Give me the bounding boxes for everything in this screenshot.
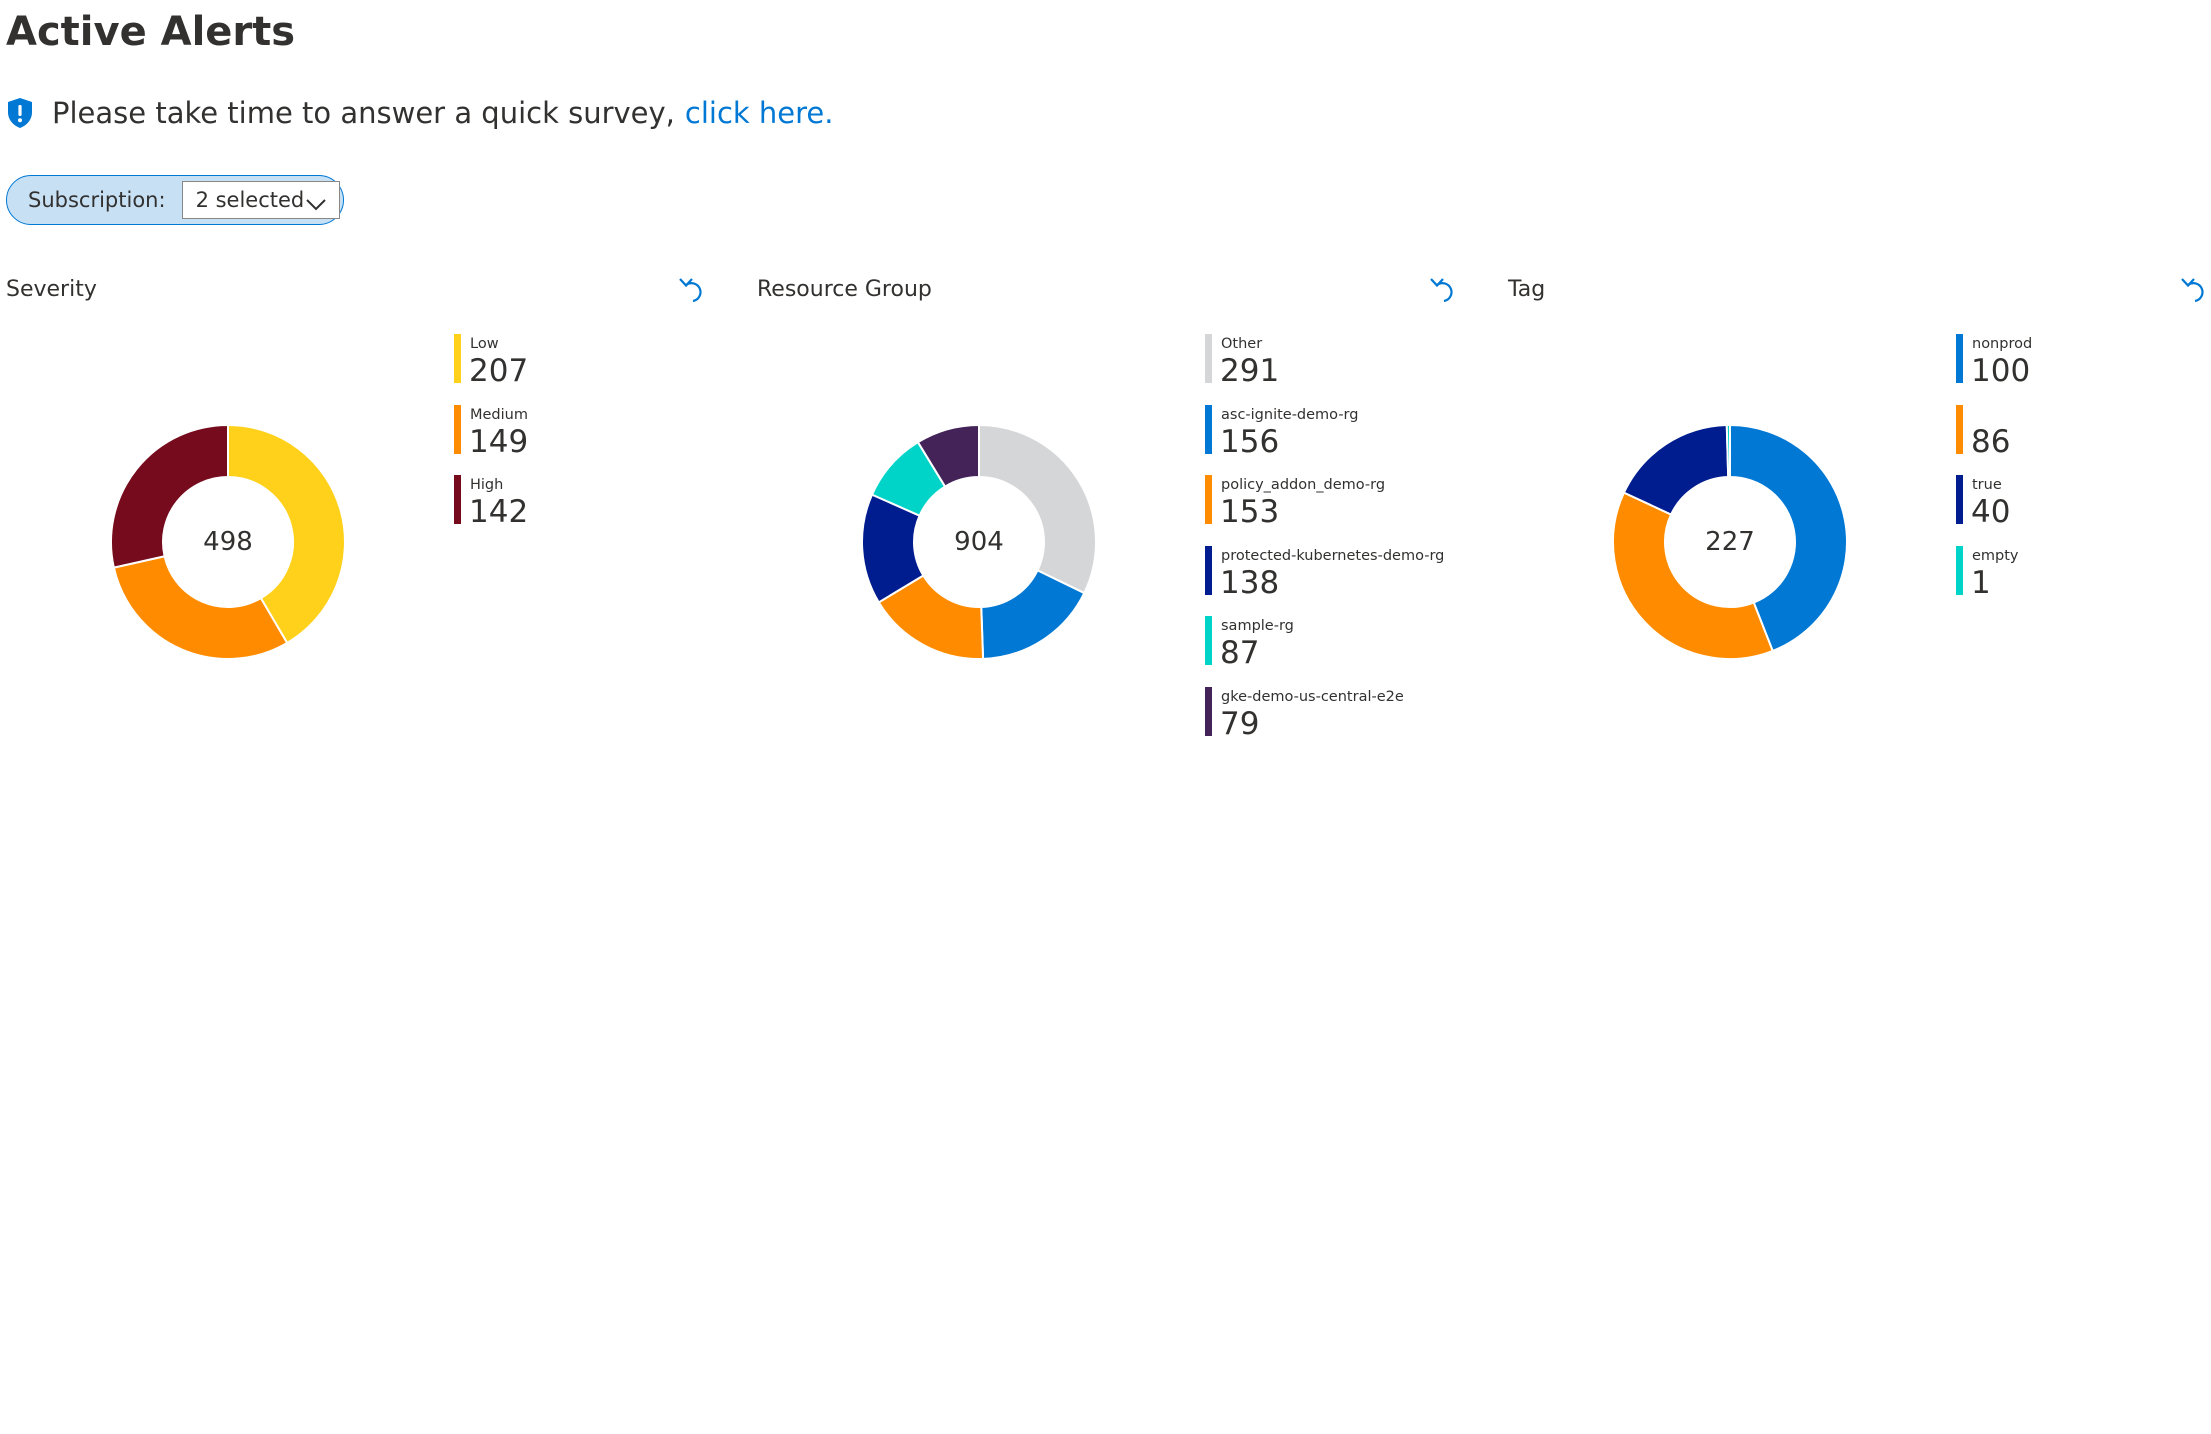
legend-value: 149 <box>469 423 529 460</box>
legend-item-nonprod[interactable]: nonprod 100 <box>1956 334 2211 405</box>
panel-severity: Severity 498 Low 207 Medium 149 High 142 <box>6 270 714 740</box>
legend-value: 86 <box>1971 423 2011 460</box>
page-title: Active Alerts <box>6 9 296 55</box>
legend-item-unlabeled[interactable]: 86 <box>1956 404 2211 476</box>
legend-item-medium[interactable]: Medium 149 <box>454 404 714 476</box>
legend-swatch <box>1956 545 1963 595</box>
panel-title: Severity <box>6 277 97 302</box>
legend-swatch <box>1956 334 1963 383</box>
donut-chart <box>1612 424 1848 660</box>
subscription-dropdown-value: 2 selected <box>195 188 305 212</box>
legend-item-protected-kubernetes-demo-rg[interactable]: protected-kubernetes-demo-rg 138 <box>1205 545 1465 617</box>
chart-legend: Low 207 Medium 149 High 142 <box>454 334 714 546</box>
panel-resource-group: Resource Group 904 Other 291 asc-ignite-… <box>757 270 1465 742</box>
legend-value: 138 <box>1220 564 1280 601</box>
legend-item-true[interactable]: true 40 <box>1956 475 2211 546</box>
donut-slice-Other[interactable] <box>978 424 1097 595</box>
legend-swatch <box>1205 334 1212 383</box>
survey-banner: Please take time to answer a quick surve… <box>6 93 834 133</box>
legend-item-asc-ignite-demo-rg[interactable]: asc-ignite-demo-rg 156 <box>1205 404 1465 476</box>
legend-item-low[interactable]: Low 207 <box>454 334 714 405</box>
undo-icon[interactable] <box>677 273 705 305</box>
legend-value: 153 <box>1220 494 1280 530</box>
legend-swatch <box>1956 475 1963 524</box>
legend-item-high[interactable]: High 142 <box>454 475 714 546</box>
panel-tag: Tag 227 nonprod 100 86 true 40 empty 1 <box>1508 270 2211 740</box>
chart-legend: nonprod 100 86 true 40 empty 1 <box>1956 334 2211 616</box>
donut-slice-unlabeled[interactable] <box>1612 491 1775 660</box>
donut-slice-empty[interactable] <box>1725 424 1731 479</box>
legend-swatch <box>1956 404 1963 454</box>
legend-item-gke-demo-us-central-e2e[interactable]: gke-demo-us-central-e2e 79 <box>1205 686 1465 758</box>
legend-value: 291 <box>1220 353 1280 389</box>
legend-swatch <box>1205 686 1212 736</box>
legend-swatch <box>1205 545 1212 595</box>
legend-item-sample-rg[interactable]: sample-rg 87 <box>1205 616 1465 687</box>
undo-icon[interactable] <box>1428 273 1456 305</box>
shield-info-icon <box>6 97 34 129</box>
legend-item-empty[interactable]: empty 1 <box>1956 545 2211 617</box>
subscription-dropdown[interactable]: 2 selected <box>181 181 340 219</box>
legend-value: 207 <box>469 353 529 389</box>
survey-text: Please take time to answer a quick surve… <box>52 96 675 130</box>
legend-item-other[interactable]: Other 291 <box>1205 334 1465 405</box>
chevron-down-icon <box>305 193 327 211</box>
legend-value: 87 <box>1220 635 1260 671</box>
legend-swatch <box>1205 404 1212 454</box>
legend-value: 156 <box>1220 423 1280 460</box>
legend-value: 40 <box>1971 494 2011 530</box>
legend-item-policy-addon-demo-rg[interactable]: policy_addon_demo-rg 153 <box>1205 475 1465 546</box>
donut-chart <box>110 424 346 660</box>
legend-value: 79 <box>1220 705 1260 742</box>
legend-swatch <box>454 334 461 383</box>
donut-chart <box>861 424 1097 660</box>
legend-value: 1 <box>1971 564 1991 601</box>
legend-value: 142 <box>469 494 529 530</box>
panel-title: Resource Group <box>757 277 932 302</box>
donut-slice-High[interactable] <box>110 424 229 569</box>
active-alerts-page: Active Alerts Please take time to answer… <box>0 0 2211 1434</box>
legend-swatch <box>454 404 461 454</box>
undo-icon[interactable] <box>2179 273 2207 305</box>
chart-legend: Other 291 asc-ignite-demo-rg 156 policy_… <box>1205 334 1465 757</box>
legend-swatch <box>454 475 461 524</box>
donut-slice-Medium[interactable] <box>112 555 289 660</box>
legend-swatch <box>1205 616 1212 665</box>
panel-title: Tag <box>1508 277 1546 302</box>
subscription-filter[interactable]: Subscription: 2 selected <box>6 175 344 225</box>
legend-value: 100 <box>1971 353 2031 389</box>
survey-link[interactable]: click here. <box>685 96 834 130</box>
legend-swatch <box>1205 475 1212 524</box>
subscription-filter-label: Subscription: <box>28 188 166 212</box>
